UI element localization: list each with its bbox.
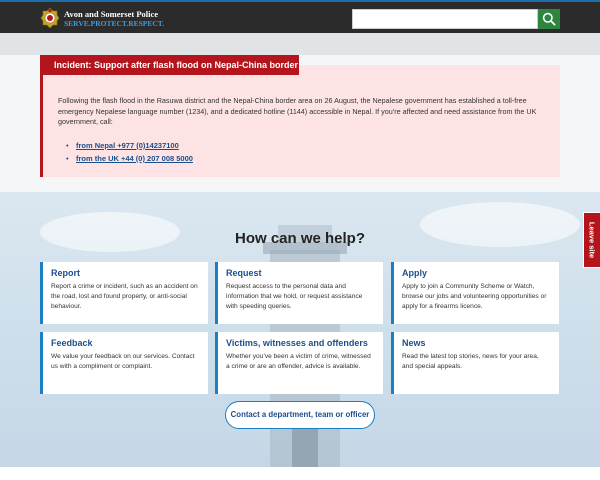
card-title: Victims, witnesses and offenders xyxy=(226,338,368,348)
help-title: How can we help? xyxy=(234,230,366,247)
nepal-phone-link[interactable]: from Nepal +977 (0)14237100 xyxy=(76,141,179,150)
card-feedback[interactable]: Feedback We value your feedback on our s… xyxy=(40,332,208,394)
list-item: from Nepal +977 (0)14237100 xyxy=(66,139,193,152)
site-header: Avon and Somerset Police SERVE.PROTECT.R… xyxy=(0,0,600,33)
card-title: News xyxy=(402,338,426,348)
brand-name: Avon and Somerset Police xyxy=(64,9,159,19)
help-section: How can we help? Report Report a crime o… xyxy=(0,192,600,467)
leave-site-button[interactable]: Leave site xyxy=(583,212,600,268)
list-item: from the UK +44 (0) 207 008 5000 xyxy=(66,152,193,165)
card-description: Report a crime or incident, such as an a… xyxy=(51,283,198,310)
incident-links: from Nepal +977 (0)14237100 from the UK … xyxy=(66,139,193,165)
leave-site-label: Leave site xyxy=(587,221,597,259)
card-description: Whether you’ve been a victim of crime, w… xyxy=(226,353,371,370)
brand[interactable]: Avon and Somerset Police SERVE.PROTECT.R… xyxy=(64,9,165,29)
card-description: Read the latest top stories, news for yo… xyxy=(402,353,539,370)
card-report[interactable]: Report Report a crime or incident, such … xyxy=(40,262,208,324)
card-title: Apply xyxy=(402,268,428,278)
nav-spacer xyxy=(0,33,600,55)
police-crest-icon[interactable] xyxy=(40,7,60,29)
card-apply[interactable]: Apply Apply to join a Community Scheme o… xyxy=(391,262,559,324)
card-request[interactable]: Request Request access to the personal d… xyxy=(215,262,383,324)
search-button[interactable] xyxy=(538,9,560,29)
card-description: Apply to join a Community Scheme or Watc… xyxy=(402,283,547,310)
card-description: We value your feedback on our services. … xyxy=(51,353,195,370)
search-icon xyxy=(542,12,556,26)
uk-phone-link[interactable]: from the UK +44 (0) 207 008 5000 xyxy=(76,154,193,163)
card-news[interactable]: News Read the latest top stories, news f… xyxy=(391,332,559,394)
contact-department-button[interactable]: Contact a department, team or officer xyxy=(225,401,375,429)
card-title: Feedback xyxy=(51,338,93,348)
incident-title: Incident: Support after flash flood on N… xyxy=(40,55,299,75)
card-title: Request xyxy=(226,268,262,278)
search-input[interactable] xyxy=(352,9,538,29)
card-victims-witnesses-offenders[interactable]: Victims, witnesses and offenders Whether… xyxy=(215,332,383,394)
card-description: Request access to the personal data and … xyxy=(226,283,363,310)
brand-motto: SERVE.PROTECT.RESPECT. xyxy=(64,19,165,28)
card-title: Report xyxy=(51,268,80,278)
incident-section: Incident: Support after flash flood on N… xyxy=(0,55,600,192)
page-footer-spacer xyxy=(0,467,600,480)
incident-body: Following the flash flood in the Rasuwa … xyxy=(58,96,537,126)
